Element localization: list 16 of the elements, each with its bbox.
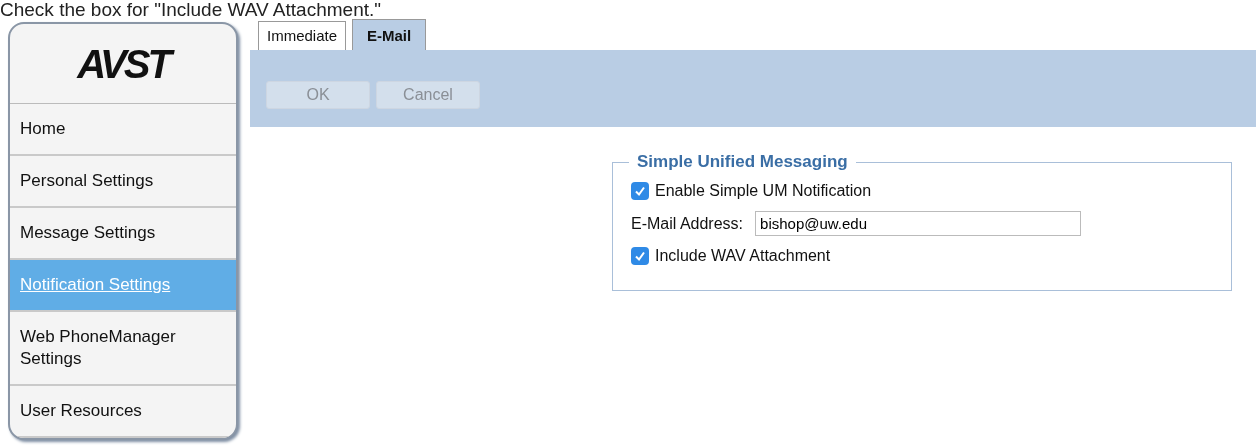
checkbox-label: Include WAV Attachment bbox=[655, 246, 831, 266]
tab[interactable]: Immediate bbox=[258, 21, 347, 50]
sidebar-link[interactable]: Home bbox=[10, 104, 236, 156]
tab[interactable]: E-Mail bbox=[352, 19, 427, 50]
group-legend: Simple Unified Messaging bbox=[629, 151, 856, 173]
checkbox[interactable] bbox=[631, 247, 649, 265]
check-icon bbox=[634, 250, 646, 262]
instruction-text: Check the box for "Include WAV Attachment." bbox=[0, 0, 382, 20]
sidebar-link[interactable]: Personal Settings bbox=[10, 156, 236, 208]
sidebar-link[interactable]: User Resources bbox=[10, 386, 236, 438]
sidebar-link[interactable]: Web PhoneManager Settings bbox=[10, 312, 236, 386]
check-icon bbox=[634, 185, 646, 197]
checkbox-label: Enable Simple UM Notification bbox=[655, 181, 872, 201]
field-label: E-Mail Address: bbox=[631, 213, 744, 234]
checkbox[interactable] bbox=[631, 182, 649, 200]
email-field[interactable]: bishop@uw.edu bbox=[755, 211, 1082, 236]
